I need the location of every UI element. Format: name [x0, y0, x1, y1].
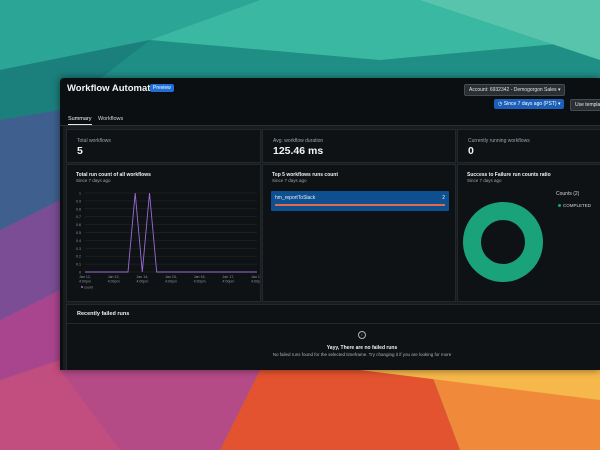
x-tick-label: Jan 16, [194, 275, 206, 279]
x-tick-label: Jan 12, [79, 275, 91, 279]
workflow-count: 2 [442, 195, 445, 201]
ratio-chart-card: Success to Failure run counts ratio Sinc… [457, 164, 600, 302]
time-range-label: Since 7 days ago (PST) [503, 101, 557, 107]
legend-dot [81, 286, 83, 288]
y-tick-label: 1 [79, 192, 81, 196]
legend-label: COMPLETED [563, 203, 592, 208]
x-tick-label: 4:00pm [194, 280, 206, 284]
y-tick-label: 0.2 [76, 255, 81, 259]
ratio-donut-chart [463, 202, 543, 282]
chevron-down-icon: ▾ [557, 87, 561, 93]
chart-subtitle: Since 7 days ago [272, 178, 307, 183]
stat-value: 125.46 ms [273, 145, 324, 157]
tab-workflows[interactable]: Workflows [98, 114, 123, 124]
x-tick-label: 4:00pm [79, 280, 91, 284]
empty-state-message: No failed runs found for the selected ti… [272, 352, 452, 357]
x-tick-label: 4:00pm [136, 280, 148, 284]
x-tick-label: Jan 15, [165, 275, 177, 279]
x-tick-label: Jan 13, [108, 275, 120, 279]
tab-summary[interactable]: Summary [68, 114, 92, 125]
x-tick-label: 4:00pm [165, 280, 177, 284]
chevron-down-icon: ▾ [557, 101, 561, 107]
y-tick-label: 0.7 [76, 215, 81, 219]
failed-runs-card: Recently failed runs i Yayy, There are n… [66, 304, 600, 370]
legend-label: count [84, 285, 93, 289]
legend-item-completed: COMPLETED [558, 203, 591, 208]
top5-workflows-card: Top 5 workflows runs count Since 7 days … [262, 164, 456, 302]
run-count-chart: 00.10.20.30.40.50.60.70.80.91Jan 12,4:00… [76, 192, 260, 290]
use-template-button[interactable]: Use template [570, 99, 600, 111]
avg-duration-card: Avg. workflow duration 125.46 ms [262, 129, 456, 163]
workflow-bar-row[interactable]: hm_reportToSlack 2 [271, 191, 449, 211]
account-label: Account: 6932342 - Demogorgon Sales [469, 87, 557, 93]
y-tick-label: 0.8 [76, 207, 81, 211]
preview-badge: Preview [150, 84, 174, 92]
legend-dot [558, 204, 561, 208]
time-range-picker[interactable]: ◷ Since 7 days ago (PST) ▾ [494, 99, 565, 109]
info-icon: i [358, 331, 366, 339]
run-count-chart-card: Total run count of all workflows Since 7… [66, 164, 261, 302]
stat-label: Avg. workflow duration [273, 138, 324, 144]
running-workflows-card: Currently running workflows 0 [457, 129, 600, 163]
donut-slice-completed [463, 202, 543, 282]
workflow-bar [275, 204, 445, 206]
stat-value: 5 [77, 145, 83, 157]
x-tick-label: Jan 17, [222, 275, 234, 279]
y-tick-label: 0.3 [76, 247, 81, 251]
stat-value: 0 [468, 145, 474, 157]
app-window: Workflow Automation Preview Account: 693… [60, 78, 600, 370]
y-tick-label: 0.9 [76, 199, 81, 203]
legend-title: Counts (2) [556, 191, 580, 197]
y-tick-label: 0.1 [76, 263, 81, 267]
x-tick-label: 4:00pm [108, 280, 120, 284]
y-tick-label: 0.4 [76, 239, 81, 243]
x-tick-label: Jan 18, [251, 275, 260, 279]
app-header: Workflow Automation Preview Account: 693… [60, 78, 600, 118]
stat-label: Currently running workflows [468, 138, 530, 144]
empty-state-title: Yayy, There are no failed runs [326, 345, 398, 351]
section-title: Recently failed runs [77, 311, 130, 317]
x-tick-label: 4:00pm [222, 280, 234, 284]
clock-icon: ◷ [498, 101, 503, 107]
x-tick-label: Jan 14, [136, 275, 148, 279]
dashboard-content: Total workflows 5 Avg. workflow duration… [63, 126, 600, 370]
y-tick-label: 0.6 [76, 223, 81, 227]
account-selector[interactable]: Account: 6932342 - Demogorgon Sales ▾ [464, 84, 566, 96]
section-divider [67, 323, 600, 324]
x-tick-label: 4:00pm [251, 280, 260, 284]
y-tick-label: 0 [79, 271, 81, 275]
y-tick-label: 0.5 [76, 231, 81, 235]
chart-subtitle: Since 7 days ago [76, 178, 111, 183]
stat-label: Total workflows [77, 138, 111, 144]
workflow-name: hm_reportToSlack [275, 195, 316, 201]
chart-subtitle: Since 7 days ago [467, 178, 502, 183]
total-workflows-card: Total workflows 5 [66, 129, 261, 163]
